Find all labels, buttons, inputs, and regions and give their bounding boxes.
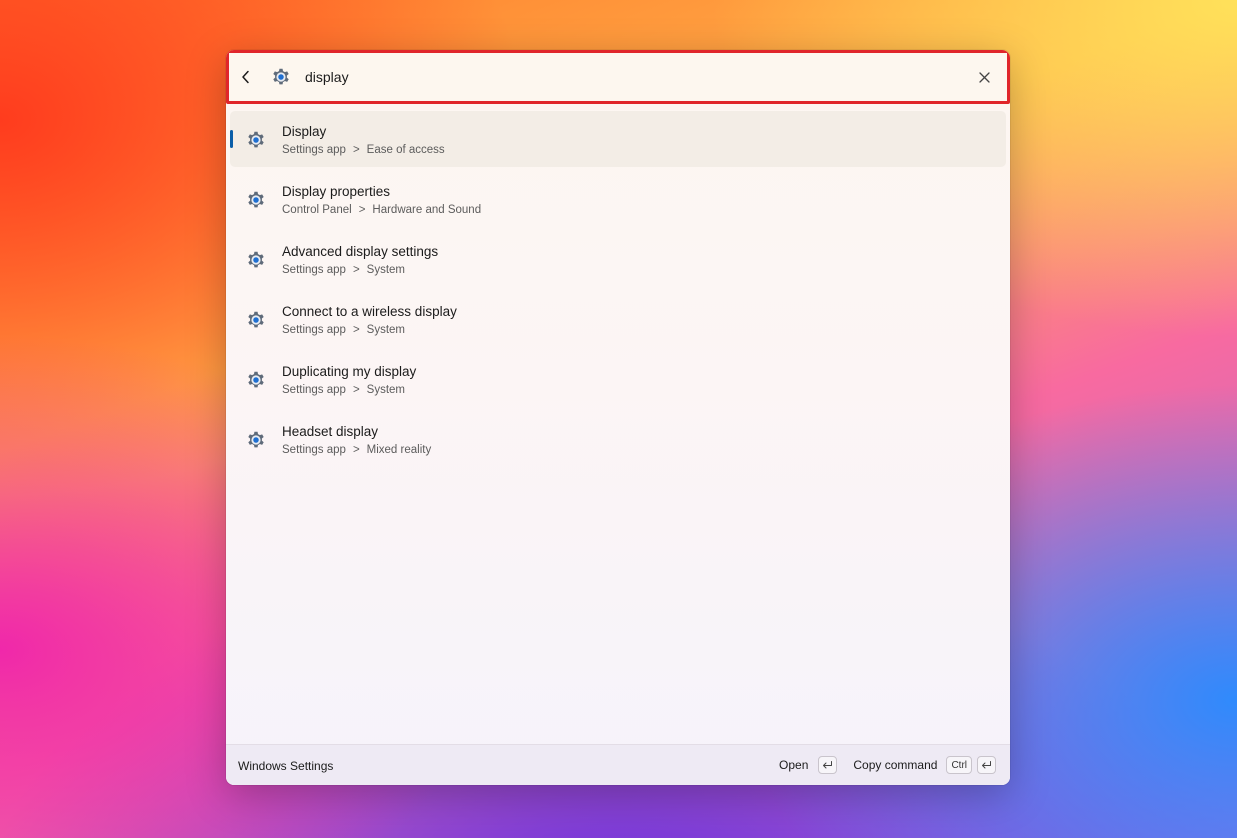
path-separator: > — [358, 204, 366, 216]
result-title: Headset display — [282, 424, 379, 439]
result-path: Settings app > System — [282, 264, 405, 276]
copy-command-action[interactable]: Copy command — [853, 758, 937, 772]
enter-key-icon — [823, 760, 833, 768]
result-title: Connect to a wireless display — [282, 304, 457, 319]
result-title: Advanced display settings — [282, 244, 439, 259]
footer-bar: Windows Settings Open Copy command Ctrl — [226, 744, 1010, 785]
result-path-source: Settings app — [282, 324, 346, 336]
result-item[interactable]: Advanced display settings Settings app > Sy… — [230, 231, 1006, 287]
result-path-category: Ease of access — [366, 144, 445, 156]
gear-icon — [248, 311, 264, 328]
result-path-category: System — [366, 324, 405, 336]
ctrl-key-hint: Ctrl — [946, 756, 972, 774]
close-icon — [978, 71, 990, 83]
result-path-source: Settings app — [282, 444, 346, 456]
result-path-category: Hardware and Sound — [372, 204, 482, 216]
result-path: Settings app > Mixed reality — [282, 444, 431, 456]
result-path-category: System — [366, 264, 405, 276]
footer-actions: Open Copy command Ctrl — [779, 754, 996, 776]
result-path: Settings app > System — [282, 384, 405, 396]
gear-icon — [248, 191, 264, 208]
result-item[interactable]: Display Settings app > Ease of access — [230, 111, 1006, 167]
gear-icon — [248, 431, 264, 448]
open-action[interactable]: Open — [779, 758, 808, 772]
result-title: Duplicating my display — [282, 364, 417, 379]
results-list: Display Settings app > Ease of access Displa… — [230, 111, 1006, 471]
path-separator: > — [352, 144, 360, 156]
result-title: Display — [282, 124, 327, 139]
search-bar — [226, 50, 1010, 104]
path-separator: > — [352, 324, 360, 336]
clear-search-button[interactable] — [977, 70, 991, 84]
result-title: Display properties — [282, 184, 391, 199]
enter-key-hint — [818, 756, 838, 774]
result-item[interactable]: Connect to a wireless display Settings ap… — [230, 291, 1006, 347]
enter-key-hint — [977, 756, 996, 774]
result-path: Settings app > Ease of access — [282, 144, 445, 156]
result-path-source: Settings app — [282, 264, 346, 276]
enter-key-icon — [982, 760, 991, 768]
path-separator: > — [352, 264, 360, 276]
gear-icon — [273, 68, 289, 85]
command-palette: DisplaySettings app>Ease of accessDispla… — [226, 50, 1010, 785]
chevron-left-icon — [242, 70, 249, 84]
result-item[interactable]: Display properties Control Panel > Hardware… — [230, 171, 1006, 227]
footer-title: Windows Settings — [238, 759, 334, 773]
result-path: Settings app > System — [282, 324, 405, 336]
result-path: Control Panel > Hardware and Sound — [282, 204, 481, 216]
result-path-category: System — [366, 384, 405, 396]
search-input[interactable] — [305, 65, 925, 89]
result-item[interactable]: Duplicating my display Settings app > Syste… — [230, 351, 1006, 407]
path-separator: > — [352, 444, 360, 456]
result-path-category: Mixed reality — [366, 444, 432, 456]
result-path-source: Settings app — [282, 384, 346, 396]
result-item[interactable]: Headset display Settings app > Mixed realit… — [230, 411, 1006, 467]
result-path-source: Settings app — [282, 144, 346, 156]
result-path-source: Control Panel — [282, 204, 352, 216]
back-button[interactable] — [239, 70, 253, 84]
path-separator: > — [352, 384, 360, 396]
gear-icon — [248, 371, 264, 388]
gear-icon — [248, 251, 264, 268]
gear-icon — [248, 131, 264, 148]
